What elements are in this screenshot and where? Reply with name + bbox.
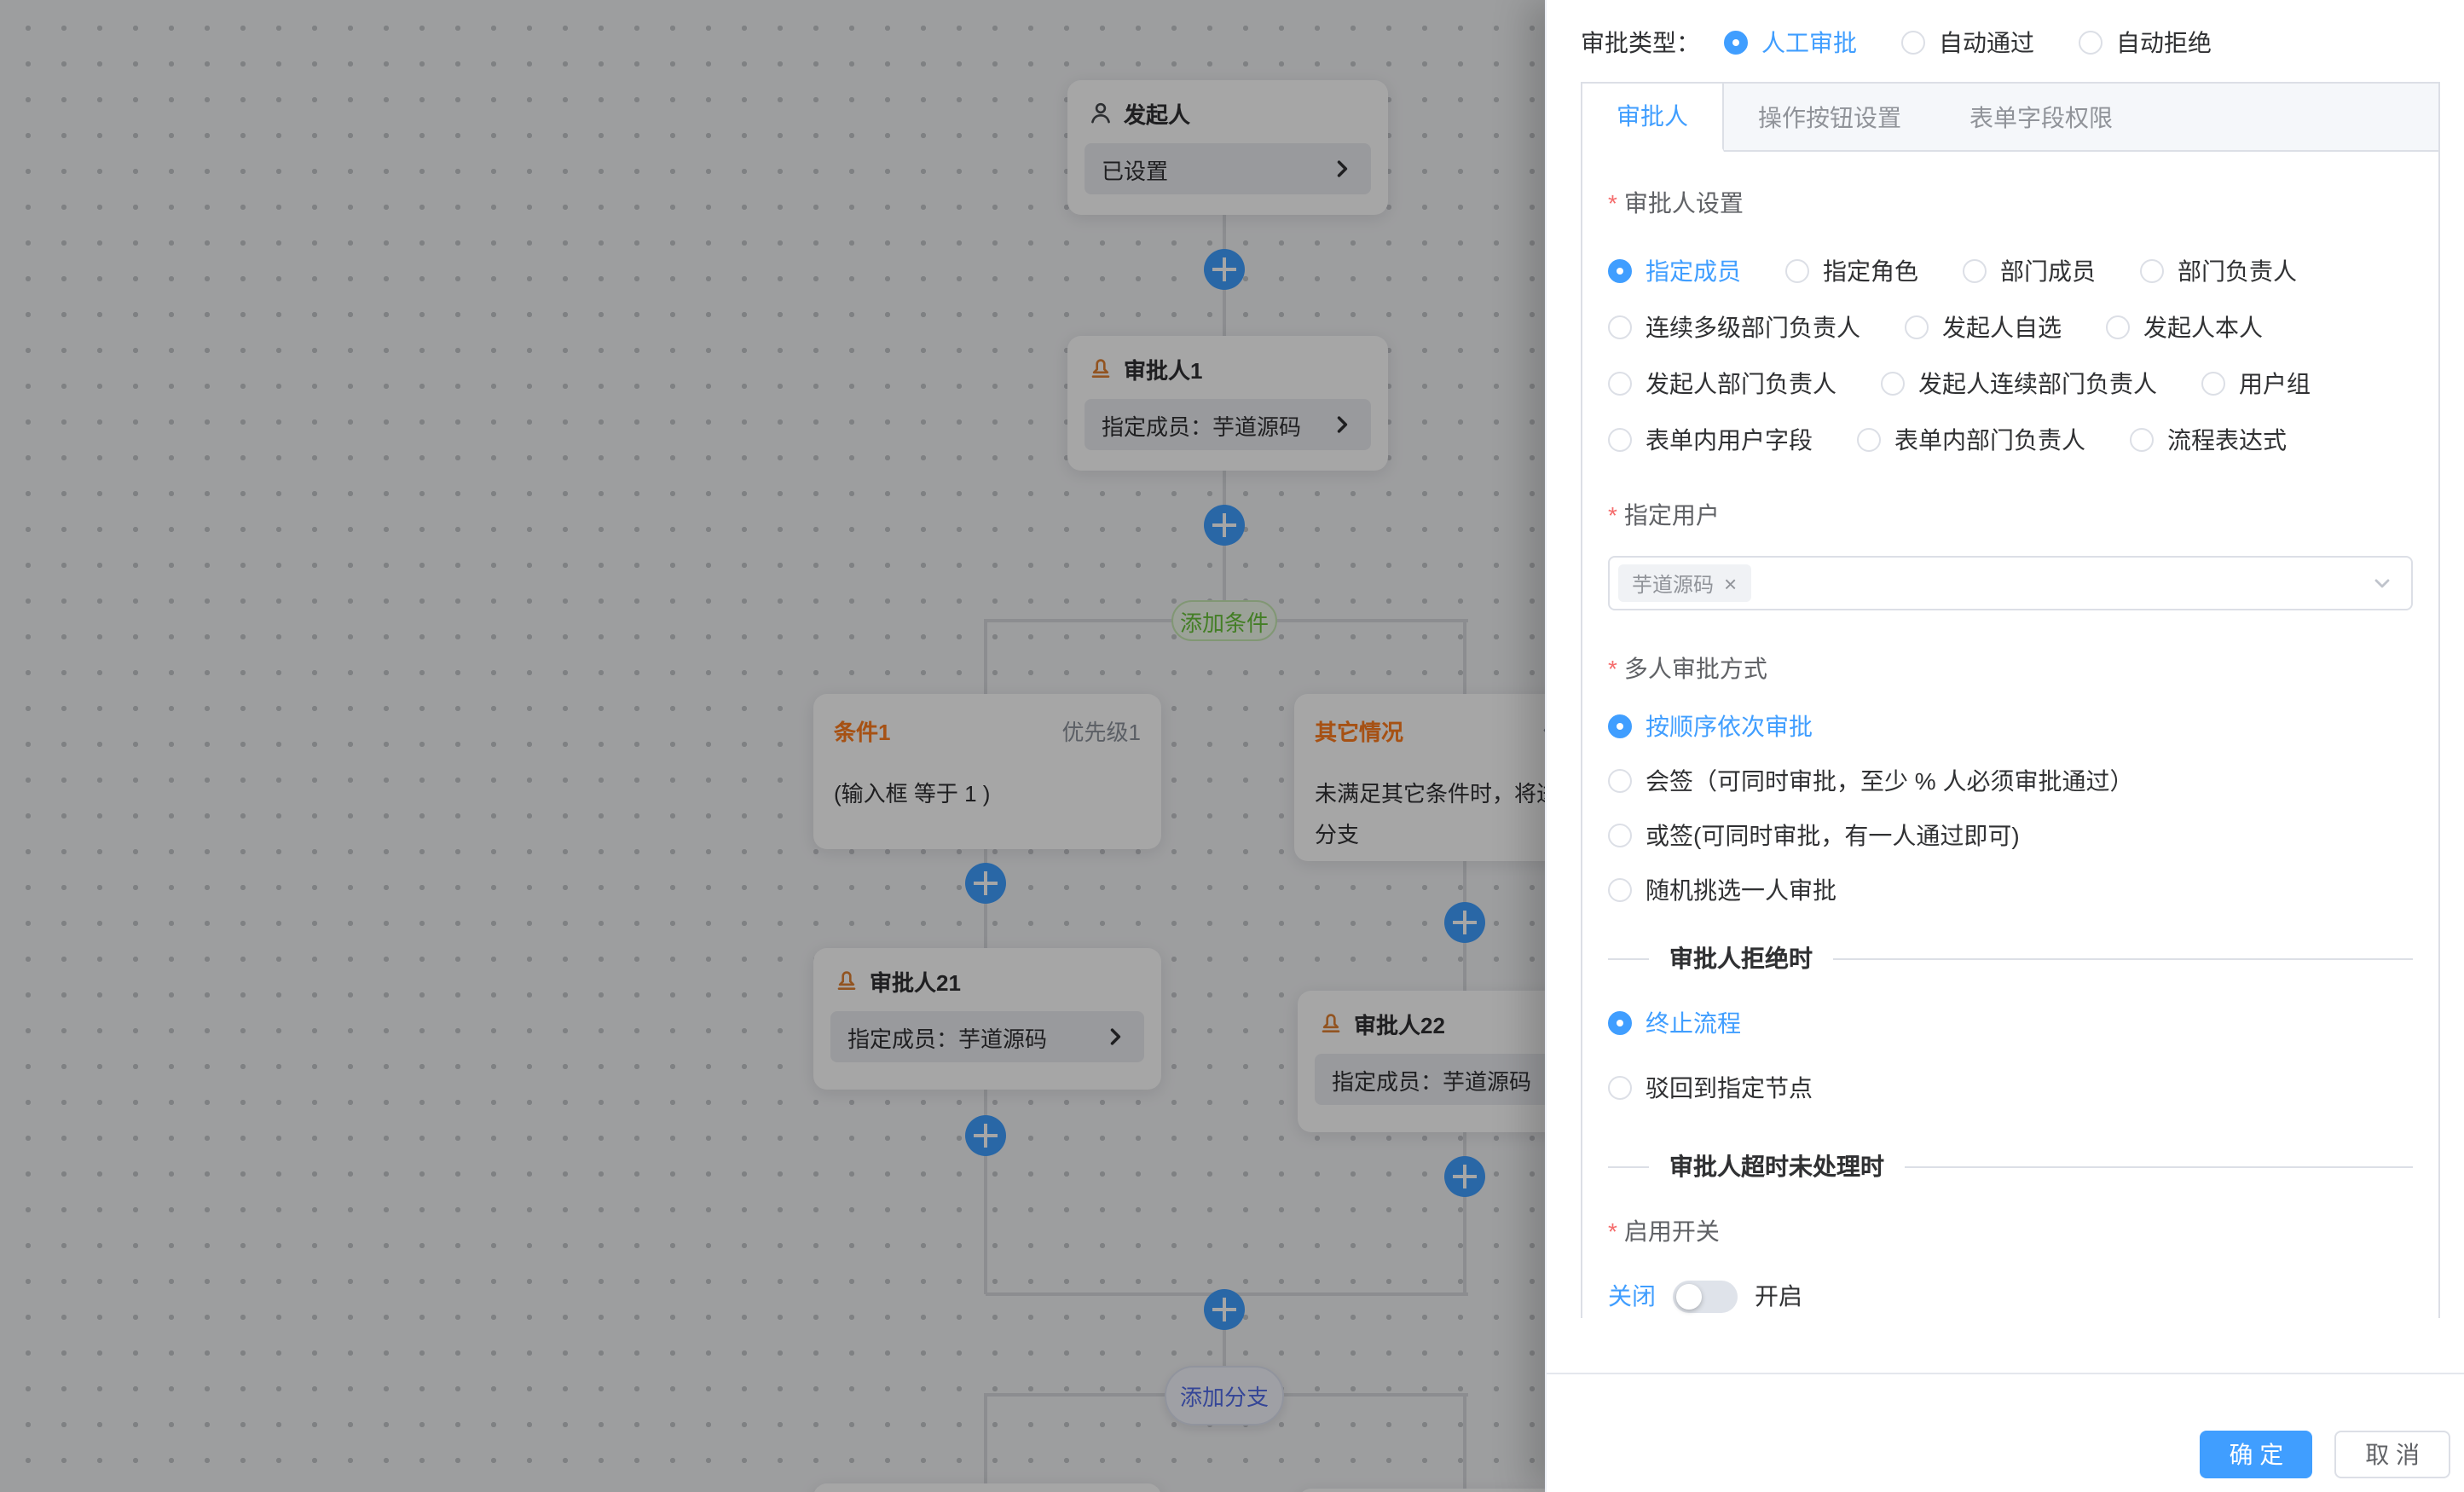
radio-icon	[2130, 428, 2154, 452]
reject-section-title: 审批人拒绝时	[1669, 941, 1813, 975]
radio-icon	[1608, 878, 1632, 902]
approver-setting-label: *审批人设置	[1608, 186, 2413, 220]
radio-manual-approve[interactable]: 人工审批	[1724, 26, 1857, 60]
radio-form-dept-leader[interactable]: 表单内部门负责人	[1857, 423, 2085, 457]
chevron-down-icon	[2370, 571, 2394, 595]
radio-auto-pass[interactable]: 自动通过	[1901, 26, 2034, 60]
radio-icon	[1608, 824, 1632, 847]
tab-approver[interactable]: 审批人	[1582, 84, 1724, 152]
confirm-button[interactable]: 确 定	[2200, 1431, 2312, 1478]
required-asterisk: *	[1608, 501, 1617, 529]
required-asterisk: *	[1608, 655, 1617, 682]
radio-terminate-process[interactable]: 终止流程	[1608, 1006, 2413, 1040]
radio-sequential[interactable]: 按顺序依次审批	[1608, 709, 2413, 743]
approval-type-row: 审批类型： 人工审批 自动通过 自动拒绝	[1547, 0, 2464, 68]
radio-icon	[1901, 31, 1925, 55]
required-asterisk: *	[1608, 189, 1617, 217]
reject-section-divider: 审批人拒绝时	[1608, 941, 2413, 975]
radio-user-group[interactable]: 用户组	[2201, 367, 2311, 401]
timeout-toggle-switch[interactable]	[1673, 1280, 1738, 1312]
radio-icon	[1905, 315, 1929, 339]
radio-icon	[2106, 315, 2130, 339]
radio-process-expression[interactable]: 流程表达式	[2130, 423, 2287, 457]
radio-countersign[interactable]: 会签（可同时审批，至少 % 人必须审批通过）	[1608, 764, 2413, 798]
radio-icon	[1857, 428, 1881, 452]
drawer-footer: 确 定 取 消	[1547, 1373, 2464, 1492]
radio-icon	[1724, 31, 1748, 55]
tab-button-settings[interactable]: 操作按钮设置	[1724, 84, 1935, 150]
switch-off-label: 关闭	[1608, 1279, 1656, 1313]
tab-bar: 审批人 操作按钮设置 表单字段权限	[1582, 84, 2438, 152]
multi-mode-options: 按顺序依次审批 会签（可同时审批，至少 % 人必须审批通过） 或签(可同时审批，…	[1608, 709, 2413, 907]
radio-icon	[1608, 428, 1632, 452]
radio-auto-reject[interactable]: 自动拒绝	[2079, 26, 2212, 60]
radio-dept-leader[interactable]: 部门负责人	[2140, 254, 2297, 288]
assign-user-select[interactable]: 芋道源码 ×	[1608, 556, 2413, 610]
radio-icon	[1608, 259, 1632, 283]
radio-icon	[1608, 714, 1632, 738]
radio-icon	[2201, 372, 2225, 396]
flow-designer-screen: 发起人 已设置 审批人1 指定成员：芋道源码	[0, 0, 2464, 1492]
radio-icon	[1881, 372, 1905, 396]
tag-close-icon[interactable]: ×	[1724, 572, 1737, 594]
timeout-switch-row: 关闭 开启	[1608, 1279, 2413, 1313]
radio-initiator-choose[interactable]: 发起人自选	[1905, 310, 2062, 344]
radio-random-one[interactable]: 随机挑选一人审批	[1608, 873, 2413, 907]
tab-form-field-perms[interactable]: 表单字段权限	[1935, 84, 2147, 150]
radio-multi-level-dept-leader[interactable]: 连续多级部门负责人	[1608, 310, 1860, 344]
timeout-section-divider: 审批人超时未处理时	[1608, 1149, 2413, 1183]
radio-icon	[1963, 259, 1987, 283]
reject-options: 终止流程 驳回到指定节点	[1608, 1006, 2413, 1105]
assign-user-label: *指定用户	[1608, 498, 2413, 532]
radio-icon	[1608, 1076, 1632, 1100]
radio-icon	[1608, 372, 1632, 396]
radio-icon	[1785, 259, 1809, 283]
timeout-section-title: 审批人超时未处理时	[1669, 1149, 1884, 1183]
radio-initiator-self[interactable]: 发起人本人	[2106, 310, 2263, 344]
radio-icon	[2140, 259, 2164, 283]
radio-dept-member[interactable]: 部门成员	[1963, 254, 2096, 288]
radio-icon	[1608, 315, 1632, 339]
radio-form-user-field[interactable]: 表单内用户字段	[1608, 423, 1813, 457]
required-asterisk: *	[1608, 1217, 1617, 1245]
tab-approver-panel: *审批人设置 指定成员 指定角色 部门成员 部门负责人 连续多级部门负责人 发起…	[1582, 152, 2438, 1318]
switch-on-label: 开启	[1755, 1279, 1802, 1313]
radio-assign-role[interactable]: 指定角色	[1785, 254, 1918, 288]
radio-icon	[1608, 769, 1632, 793]
radio-assign-member[interactable]: 指定成员	[1608, 254, 1741, 288]
radio-icon	[2079, 31, 2102, 55]
radio-orsign[interactable]: 或签(可同时审批，有一人通过即可)	[1608, 818, 2413, 853]
enable-switch-label: *启用开关	[1608, 1214, 2413, 1248]
radio-initiator-multi-dept-leader[interactable]: 发起人连续部门负责人	[1881, 367, 2157, 401]
drawer-scroll-area[interactable]: 审批人 操作按钮设置 表单字段权限 *审批人设置 指定成员 指定角色 部门成员 …	[1581, 82, 2440, 1318]
selected-user-tag: 芋道源码 ×	[1618, 564, 1750, 602]
approval-settings-drawer: 审批类型： 人工审批 自动通过 自动拒绝 审批人 操作按钮设置 表单字段权限	[1545, 0, 2464, 1492]
radio-return-to-node[interactable]: 驳回到指定节点	[1608, 1071, 2413, 1105]
radio-icon	[1608, 1011, 1632, 1035]
tabs-card: 审批人 操作按钮设置 表单字段权限 *审批人设置 指定成员 指定角色 部门成员 …	[1581, 82, 2440, 1318]
radio-initiator-dept-leader[interactable]: 发起人部门负责人	[1608, 367, 1836, 401]
multi-mode-label: *多人审批方式	[1608, 651, 2413, 685]
cancel-button[interactable]: 取 消	[2334, 1431, 2450, 1478]
approval-type-label: 审批类型：	[1581, 26, 1700, 60]
